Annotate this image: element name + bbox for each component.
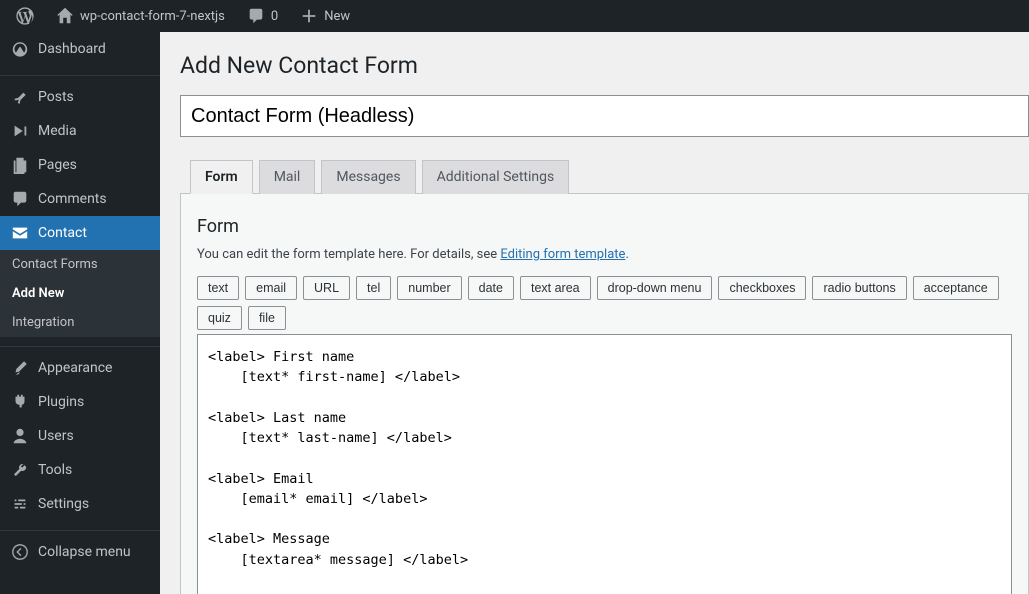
sidebar-item-label: Tools bbox=[38, 462, 72, 478]
admin-bar: wp-contact-form-7-nextjs 0 New bbox=[0, 0, 1029, 32]
comment-icon bbox=[10, 190, 30, 208]
sidebar-item-posts[interactable]: Posts bbox=[0, 80, 160, 114]
sidebar-item-label: Dashboard bbox=[38, 41, 106, 57]
tag-button-email[interactable]: email bbox=[245, 276, 297, 300]
tag-button-row: text email URL tel number date text area… bbox=[197, 276, 1012, 330]
tag-button-acceptance[interactable]: acceptance bbox=[913, 276, 999, 300]
tag-button-dropdown[interactable]: drop-down menu bbox=[597, 276, 713, 300]
tag-button-url[interactable]: URL bbox=[303, 276, 350, 300]
wordpress-logo-icon bbox=[16, 7, 34, 25]
plug-icon bbox=[10, 393, 30, 411]
form-panel: Form You can edit the form template here… bbox=[180, 194, 1029, 594]
form-hint-prefix: You can edit the form template here. For… bbox=[197, 247, 500, 262]
comment-bubble-icon bbox=[247, 7, 265, 25]
sidebar-separator bbox=[0, 525, 160, 531]
page-icon bbox=[10, 156, 30, 174]
sidebar-separator bbox=[0, 70, 160, 76]
sidebar-item-label: Appearance bbox=[38, 360, 112, 376]
sidebar-item-pages[interactable]: Pages bbox=[0, 148, 160, 182]
sliders-icon bbox=[10, 495, 30, 513]
form-hint-text: You can edit the form template here. For… bbox=[197, 247, 1012, 262]
sidebar-item-label: Posts bbox=[38, 89, 74, 105]
admin-sidebar: Dashboard Posts Media Pages Comments Con… bbox=[0, 32, 160, 594]
sidebar-item-label: Users bbox=[38, 428, 74, 444]
media-icon bbox=[10, 122, 30, 140]
tag-button-textarea[interactable]: text area bbox=[520, 276, 591, 300]
tag-button-date[interactable]: date bbox=[468, 276, 514, 300]
wrench-icon bbox=[10, 461, 30, 479]
wp-logo-button[interactable] bbox=[8, 0, 42, 32]
form-section-title: Form bbox=[197, 216, 1012, 237]
submenu-item-add-new[interactable]: Add New bbox=[0, 279, 160, 308]
sidebar-item-label: Pages bbox=[38, 157, 77, 173]
sidebar-item-label: Comments bbox=[38, 191, 107, 207]
user-icon bbox=[10, 427, 30, 445]
page-title: Add New Contact Form bbox=[180, 52, 1029, 79]
sidebar-separator bbox=[0, 341, 160, 347]
brush-icon bbox=[10, 359, 30, 377]
tag-button-checkboxes[interactable]: checkboxes bbox=[718, 276, 806, 300]
form-hint-suffix: . bbox=[625, 247, 628, 262]
sidebar-item-label: Media bbox=[38, 123, 77, 139]
tab-additional-settings[interactable]: Additional Settings bbox=[422, 160, 570, 194]
submenu-item-integration[interactable]: Integration bbox=[0, 308, 160, 337]
plus-icon bbox=[300, 7, 318, 25]
form-title-input[interactable] bbox=[180, 95, 1029, 137]
sidebar-item-contact[interactable]: Contact bbox=[0, 216, 160, 250]
gauge-icon bbox=[10, 40, 30, 58]
sidebar-item-dashboard[interactable]: Dashboard bbox=[0, 32, 160, 66]
sidebar-item-plugins[interactable]: Plugins bbox=[0, 385, 160, 419]
sidebar-item-label: Collapse menu bbox=[38, 544, 131, 560]
tag-button-tel[interactable]: tel bbox=[356, 276, 391, 300]
new-content-label: New bbox=[324, 9, 350, 24]
sidebar-item-appearance[interactable]: Appearance bbox=[0, 351, 160, 385]
tag-button-quiz[interactable]: quiz bbox=[197, 306, 242, 330]
tag-button-number[interactable]: number bbox=[397, 276, 461, 300]
site-name-label: wp-contact-form-7-nextjs bbox=[80, 9, 225, 24]
tab-mail[interactable]: Mail bbox=[259, 160, 316, 194]
tabs-nav: Form Mail Messages Additional Settings bbox=[180, 159, 1029, 194]
tab-messages[interactable]: Messages bbox=[321, 160, 415, 194]
site-name-link[interactable]: wp-contact-form-7-nextjs bbox=[48, 0, 233, 32]
sidebar-item-label: Contact bbox=[38, 225, 87, 241]
tab-form[interactable]: Form bbox=[190, 160, 253, 194]
pin-icon bbox=[10, 88, 30, 106]
new-content-link[interactable]: New bbox=[292, 0, 358, 32]
tag-button-text[interactable]: text bbox=[197, 276, 239, 300]
tag-button-radio-buttons[interactable]: radio buttons bbox=[812, 276, 906, 300]
comments-link[interactable]: 0 bbox=[239, 0, 286, 32]
sidebar-item-users[interactable]: Users bbox=[0, 419, 160, 453]
form-template-editor[interactable] bbox=[197, 334, 1012, 594]
sidebar-item-comments[interactable]: Comments bbox=[0, 182, 160, 216]
contact-submenu: Contact Forms Add New Integration bbox=[0, 250, 160, 337]
tag-button-file[interactable]: file bbox=[248, 306, 286, 330]
sidebar-item-tools[interactable]: Tools bbox=[0, 453, 160, 487]
collapse-icon bbox=[10, 543, 30, 561]
sidebar-item-label: Plugins bbox=[38, 394, 84, 410]
main-content: Add New Contact Form Form Mail Messages … bbox=[160, 32, 1029, 594]
sidebar-item-settings[interactable]: Settings bbox=[0, 487, 160, 521]
home-icon bbox=[56, 7, 74, 25]
comments-count: 0 bbox=[271, 9, 278, 24]
sidebar-item-label: Settings bbox=[38, 496, 89, 512]
submenu-item-contact-forms[interactable]: Contact Forms bbox=[0, 250, 160, 279]
envelope-icon bbox=[10, 224, 30, 242]
sidebar-item-collapse[interactable]: Collapse menu bbox=[0, 535, 160, 569]
editing-form-template-link[interactable]: Editing form template bbox=[500, 247, 625, 262]
sidebar-item-media[interactable]: Media bbox=[0, 114, 160, 148]
